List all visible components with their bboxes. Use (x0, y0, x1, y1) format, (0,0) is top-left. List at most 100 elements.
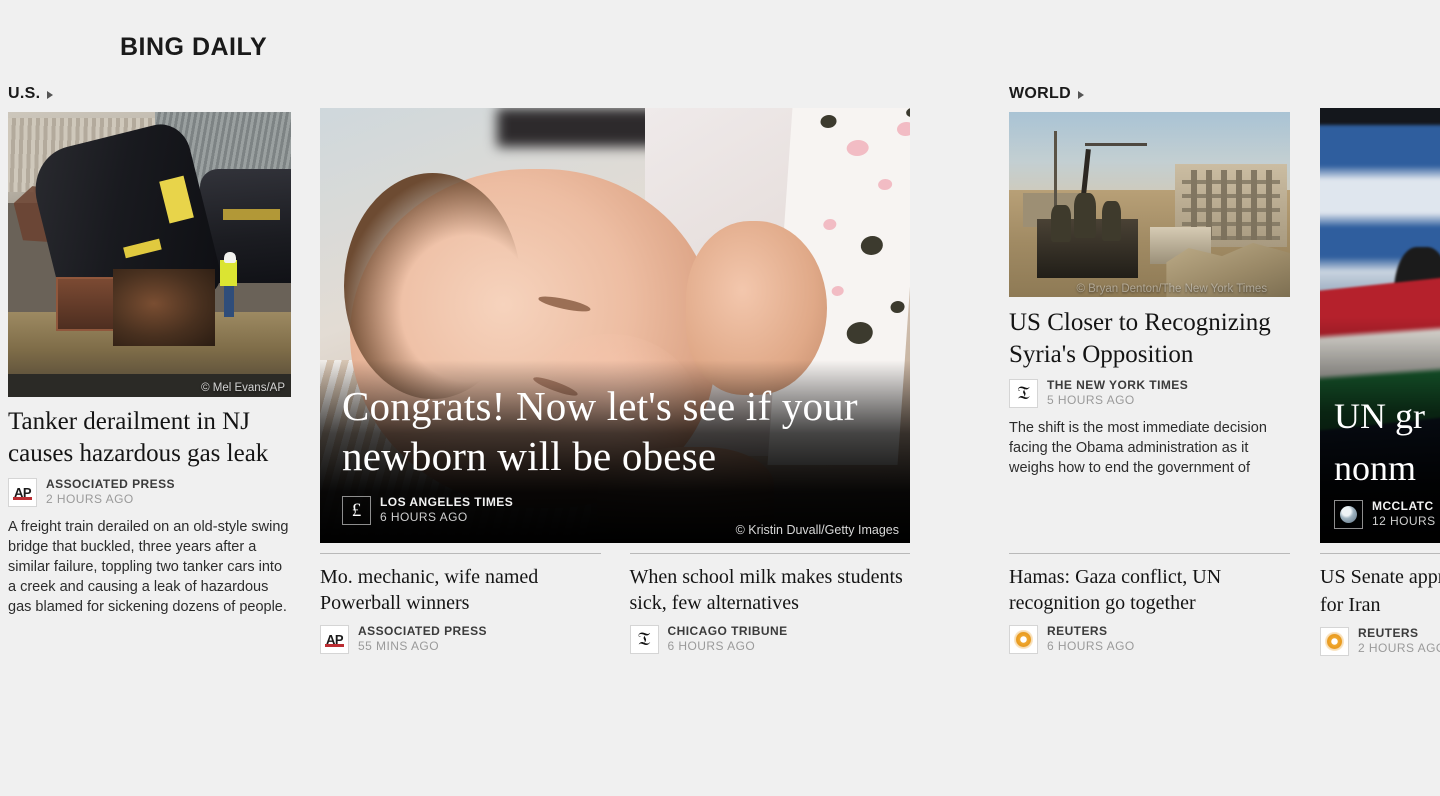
source-name: CHICAGO TRIBUNE (667, 624, 788, 638)
article-card-clipped-lead[interactable]: UN gr nonm MCCLATC 12 HOURS (1320, 108, 1440, 543)
hero-overlay: Congrats! Now let's see if your newborn … (342, 381, 888, 525)
article-source-row: £ LOS ANGELES TIMES 6 HOURS AGO (342, 495, 888, 525)
article-summary: A freight train derailed on an old-style… (8, 519, 289, 615)
source-timestamp: 6 HOURS AGO (1047, 639, 1135, 653)
article-source-row: AP ASSOCIATED PRESS 2 HOURS AGO (8, 477, 291, 507)
section-world: WORLD © Bryan Denton/The New York Times (1009, 85, 1292, 478)
source-text: THE NEW YORK TIMES 5 HOURS AGO (1047, 378, 1188, 408)
clipped-secondary-row: US Senate appr for Iran REUTERS 2 HOURS … (1320, 553, 1440, 656)
photo-fighter (1073, 193, 1097, 238)
photo-credit: © Kristin Duvall/Getty Images (735, 523, 899, 537)
chicago-tribune-logo-text: 𝔗 (637, 628, 651, 650)
photo-dot (831, 286, 845, 297)
article-source-row: MCCLATC 12 HOURS (1334, 499, 1440, 529)
source-text: CHICAGO TRIBUNE 6 HOURS AGO (668, 624, 788, 654)
photo-street-lamp (1084, 143, 1147, 147)
reuters-logo-mark (1014, 629, 1033, 649)
photo-dot (846, 140, 870, 157)
photo-worker-vest (220, 260, 238, 286)
article-source-row: 𝔗 THE NEW YORK TIMES 5 HOURS AGO (1009, 378, 1292, 408)
article-source-row: REUTERS 6 HOURS AGO (1009, 624, 1290, 654)
section-header-us[interactable]: U.S. (8, 85, 291, 103)
source-text: REUTERS 2 HOURS AGO (1358, 626, 1440, 656)
photo-fighter (1051, 204, 1071, 242)
article-card-world-lead[interactable]: © Bryan Denton/The New York Times US Clo… (1009, 112, 1292, 478)
source-timestamp: 2 HOURS AGO (46, 492, 134, 506)
article-title-line1[interactable]: UN gr (1334, 395, 1440, 437)
article-title-line2[interactable]: for Iran (1320, 592, 1440, 618)
ap-logo-bar (325, 644, 344, 647)
source-text: REUTERS 6 HOURS AGO (1047, 624, 1135, 654)
nyt-logo-icon: 𝔗 (1009, 378, 1038, 408)
source-timestamp: 6 HOURS AGO (380, 510, 468, 524)
source-timestamp: 55 MINS AGO (358, 639, 439, 653)
section-label-world: WORLD (1009, 85, 1071, 102)
photo-dot (906, 108, 910, 117)
article-title[interactable]: Mo. mechanic, wife named Powerball winne… (320, 564, 601, 616)
article-source-row: REUTERS 2 HOURS AGO (1320, 626, 1440, 656)
source-text: ASSOCIATED PRESS 2 HOURS AGO (46, 477, 175, 507)
ap-logo-icon: AP (320, 624, 349, 654)
photo-dot (877, 179, 893, 191)
article-source-row: 𝔗 CHICAGO TRIBUNE 6 HOURS AGO (629, 624, 911, 654)
source-timestamp: 12 HOURS (1372, 514, 1436, 528)
article-card-secondary[interactable]: US Senate appr for Iran REUTERS 2 HOURS … (1320, 553, 1440, 656)
article-card-us-lead[interactable]: © Mel Evans/AP Tanker derailment in NJ c… (8, 112, 291, 617)
article-photo-us-lead[interactable]: © Mel Evans/AP (8, 112, 291, 397)
article-photo-clipped-lead[interactable]: UN gr nonm MCCLATC 12 HOURS (1320, 108, 1440, 543)
source-name: LOS ANGELES TIMES (380, 495, 514, 509)
article-card-hero[interactable]: Congrats! Now let's see if your newborn … (320, 108, 910, 543)
page-title: BING DAILY (120, 33, 268, 61)
divider (629, 553, 910, 554)
article-title-line2[interactable]: nonm (1334, 447, 1440, 489)
article-card-secondary[interactable]: Hamas: Gaza conflict, UN recognition go … (1009, 553, 1290, 654)
ap-logo-icon: AP (8, 477, 37, 507)
divider (1320, 553, 1440, 554)
source-text: ASSOCIATED PRESS 55 MINS AGO (358, 624, 487, 654)
clipped-overlay: UN gr nonm MCCLATC 12 HOURS (1334, 395, 1440, 529)
source-text: MCCLATC 12 HOURS (1372, 499, 1436, 529)
reuters-logo-icon (1320, 626, 1349, 656)
source-name: MCCLATC (1372, 499, 1434, 513)
source-text: LOS ANGELES TIMES 6 HOURS AGO (380, 495, 513, 525)
reuters-logo-mark (1325, 631, 1344, 651)
hero-secondary-row: Mo. mechanic, wife named Powerball winne… (320, 553, 910, 654)
photo-wooden-crate (56, 277, 119, 332)
photo-fighter (1101, 200, 1122, 242)
source-timestamp: 2 HOURS AGO (1358, 641, 1440, 655)
article-card-secondary[interactable]: When school milk makes students sick, fe… (629, 553, 911, 654)
source-name: REUTERS (1358, 626, 1419, 640)
article-title[interactable]: When school milk makes students sick, fe… (630, 564, 911, 616)
photo-worker-legs (224, 285, 235, 318)
la-times-logo-icon: £ (342, 495, 371, 525)
chicago-tribune-logo-icon: 𝔗 (629, 624, 659, 654)
article-photo-world-lead[interactable]: © Bryan Denton/The New York Times (1009, 112, 1290, 297)
photo-dot (897, 122, 910, 137)
divider (320, 553, 601, 554)
chevron-right-icon (1077, 90, 1084, 99)
source-name: THE NEW YORK TIMES (1047, 378, 1189, 392)
article-title[interactable]: Congrats! Now let's see if your newborn … (342, 381, 888, 481)
article-title[interactable]: Hamas: Gaza conflict, UN recognition go … (1009, 564, 1290, 616)
mcclatchy-logo-icon (1334, 499, 1363, 529)
mcclatchy-logo-mark (1340, 505, 1357, 523)
article-title-line1[interactable]: US Senate appr (1320, 564, 1440, 590)
la-times-logo-text: £ (351, 499, 362, 521)
source-timestamp: 5 HOURS AGO (1047, 393, 1135, 407)
source-name: ASSOCIATED PRESS (358, 624, 487, 638)
article-photo-hero[interactable]: Congrats! Now let's see if your newborn … (320, 108, 910, 543)
photo-credit: © Mel Evans/AP (201, 382, 285, 394)
article-card-secondary[interactable]: Mo. mechanic, wife named Powerball winne… (320, 553, 601, 654)
photo-tanker-lettering (223, 208, 280, 221)
section-header-world[interactable]: WORLD (1009, 85, 1292, 103)
photo-credit: © Bryan Denton/The New York Times (1076, 283, 1268, 295)
bing-daily-app: BING DAILY U.S. © Mel Evans/AP Tanker de… (0, 0, 1440, 796)
section-us: U.S. © Mel Evans/AP Tanker derailment in… (8, 85, 291, 617)
article-title[interactable]: US Closer to Recognizing Syria's Opposit… (1009, 307, 1292, 370)
nyt-logo-text: 𝔗 (1017, 382, 1030, 404)
source-name: REUTERS (1047, 624, 1108, 638)
article-title[interactable]: Tanker derailment in NJ causes hazardous… (8, 406, 291, 469)
photo-dot (819, 115, 837, 129)
ap-logo-bar (13, 497, 32, 500)
photo-wreckage (112, 268, 215, 346)
